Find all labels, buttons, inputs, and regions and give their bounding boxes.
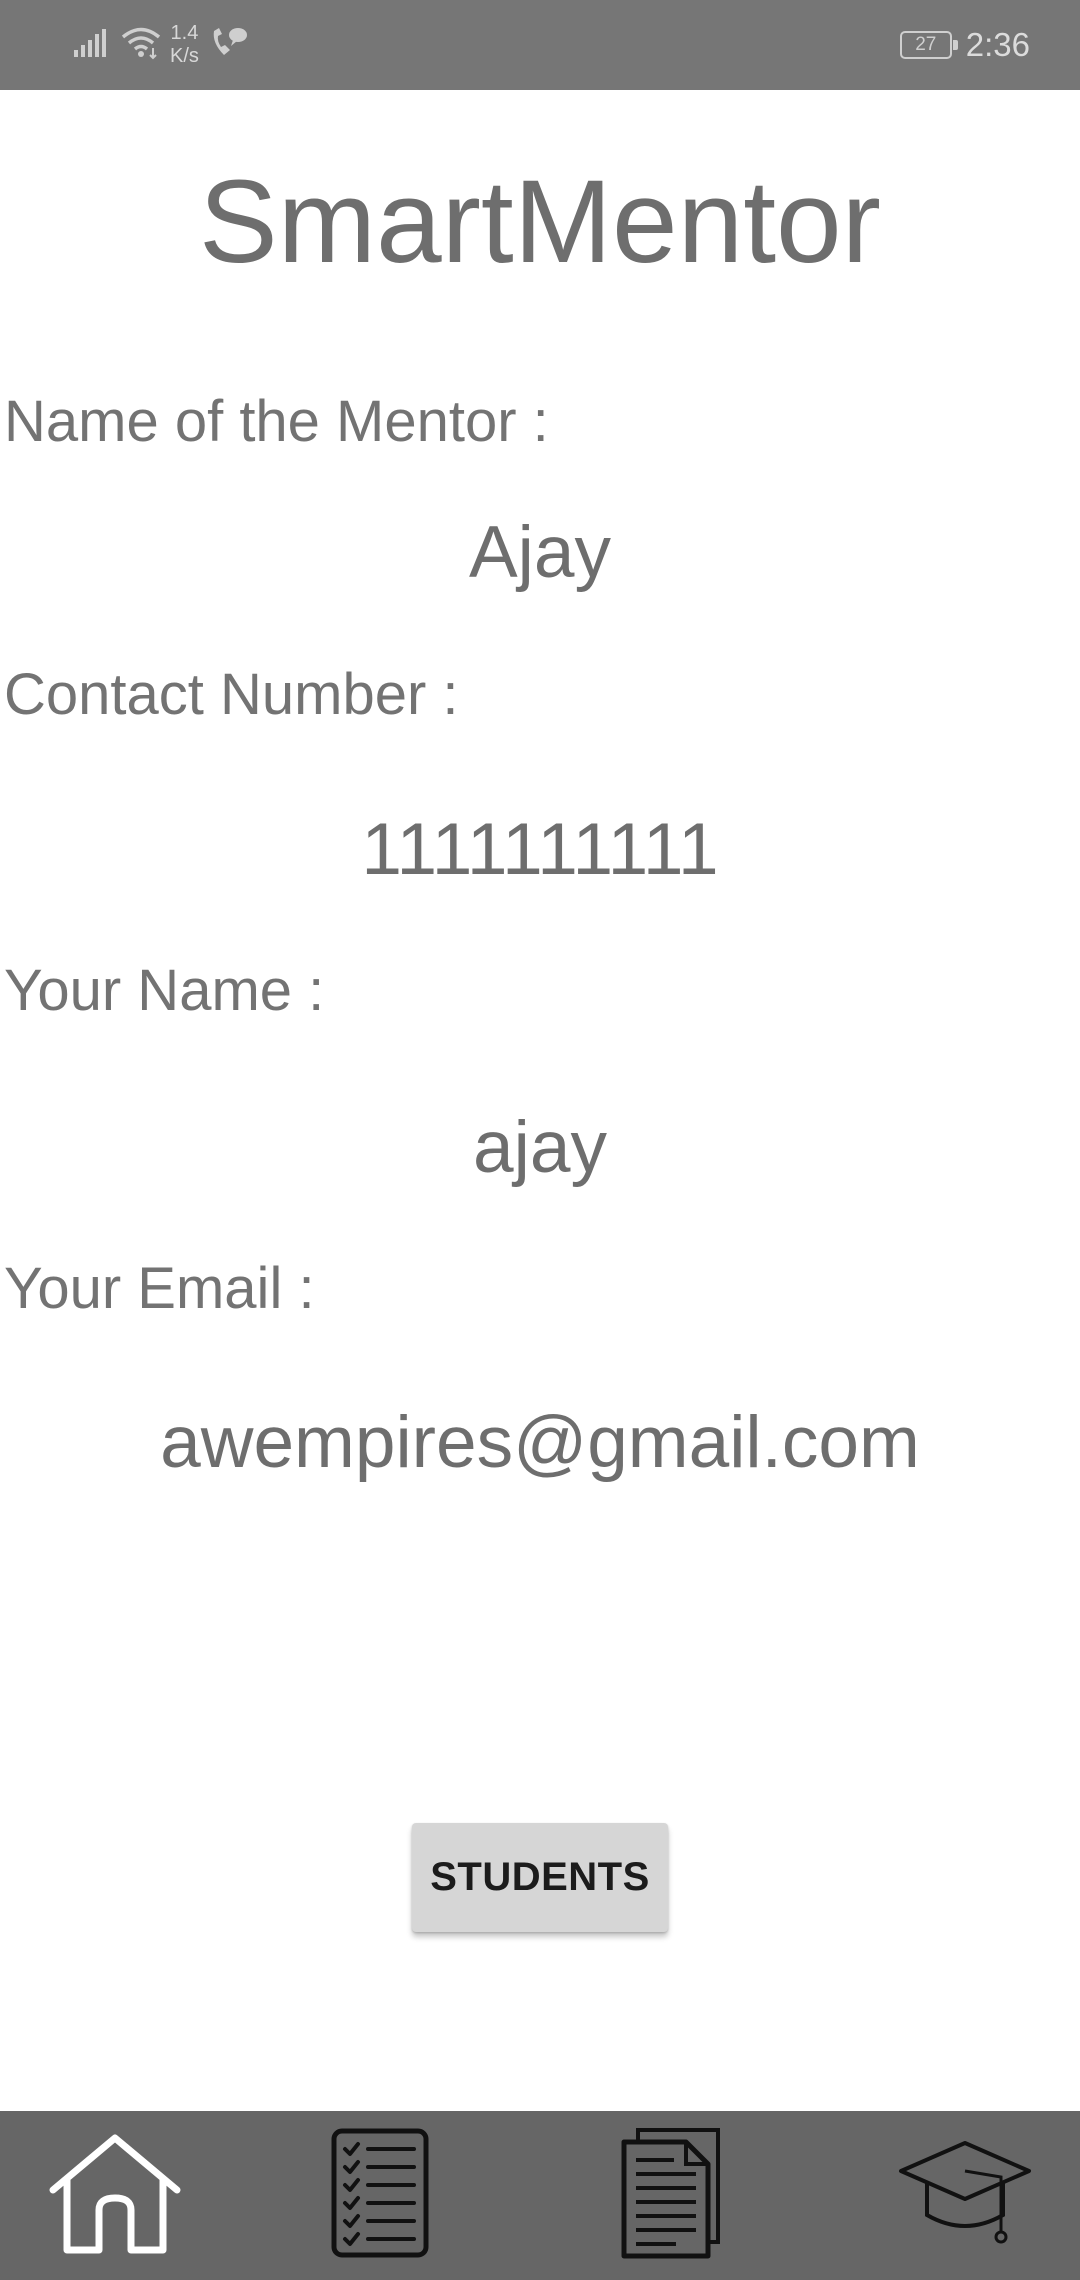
status-right-group: 27 2:36 — [899, 18, 1030, 72]
contact-number-value: 1111111111 — [361, 809, 719, 890]
checklist-icon — [330, 2127, 430, 2264]
status-left-group: 1.4 K/s — [72, 18, 249, 72]
wifi-icon — [120, 26, 162, 65]
your-name-label: Your Name : — [4, 958, 325, 1023]
network-speed: 1.4 K/s — [170, 22, 199, 68]
mentor-name-label: Name of the Mentor : — [4, 389, 549, 454]
students-button[interactable]: STUDENTS — [412, 1823, 668, 1932]
contact-number-label: Contact Number : — [4, 662, 459, 727]
nav-documents[interactable] — [592, 2111, 752, 2280]
network-speed-value: 1.4 — [170, 22, 199, 44]
battery-icon: 27 — [899, 31, 958, 59]
network-speed-unit: K/s — [170, 45, 199, 67]
bottom-nav — [0, 2111, 1080, 2280]
your-email-label: Your Email : — [4, 1256, 315, 1321]
battery-level: 27 — [915, 34, 937, 55]
app-title: SmartMentor — [199, 156, 881, 288]
status-clock: 2:36 — [965, 26, 1030, 63]
nav-checklist[interactable] — [300, 2111, 460, 2280]
your-name-value: ajay — [473, 1107, 607, 1188]
graduation-cap-icon — [897, 2137, 1033, 2254]
documents-icon — [620, 2126, 724, 2265]
wifi-calling-icon — [209, 25, 249, 66]
signal-icon — [72, 28, 108, 63]
mentor-name-value: Ajay — [468, 512, 611, 593]
nav-home[interactable] — [35, 2111, 195, 2280]
status-bar: 1.4 K/s 27 2:36 — [0, 0, 1080, 90]
nav-students[interactable] — [885, 2111, 1045, 2280]
your-email-value: awempires@gmail.com — [160, 1402, 920, 1483]
home-icon — [47, 2132, 183, 2259]
